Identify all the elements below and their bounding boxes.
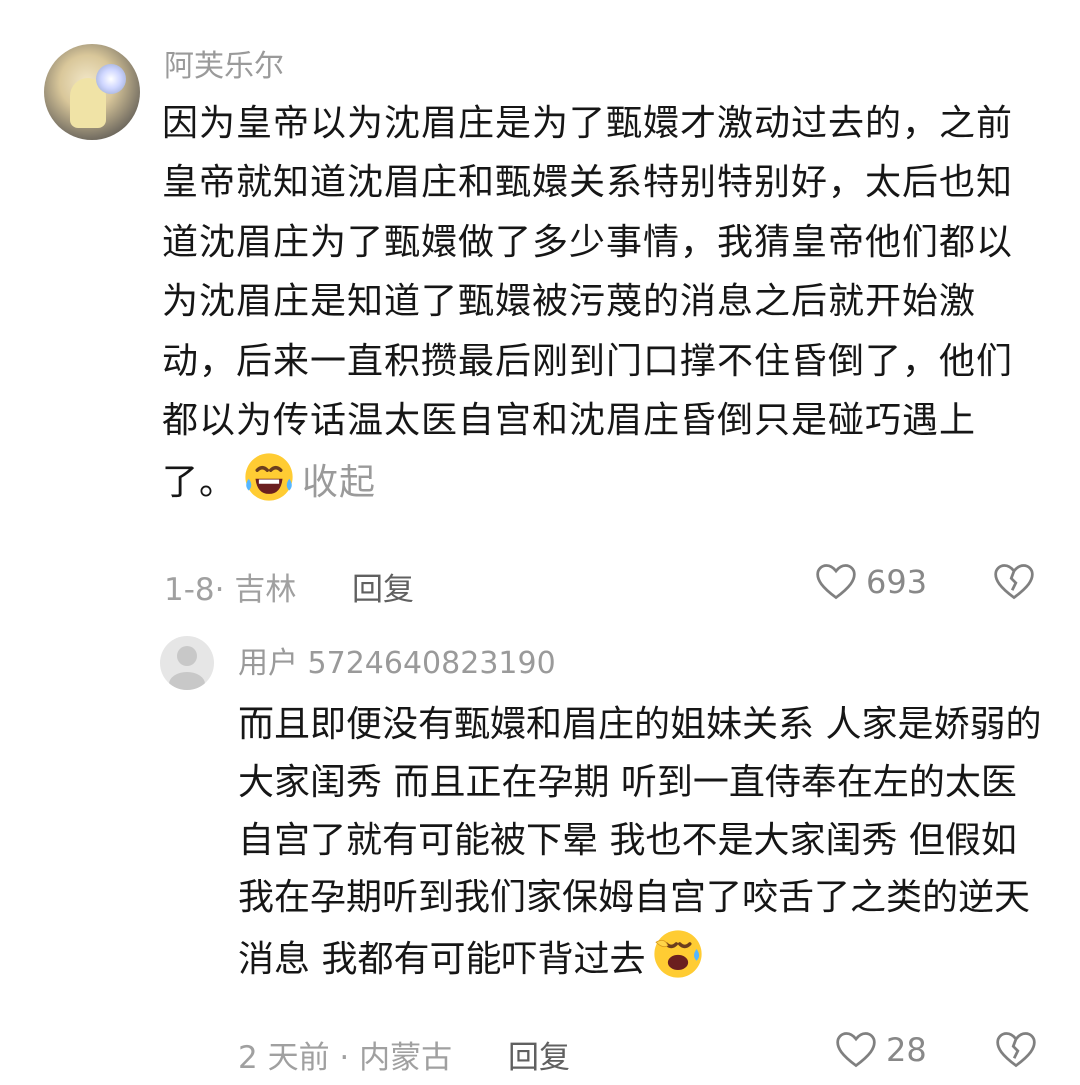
- rolling-laugh-emoji-icon: [654, 930, 703, 978]
- collapse-button[interactable]: 收起: [302, 462, 376, 503]
- reply-like-count: 28: [886, 1031, 927, 1069]
- reply-body: 而且即便没有甄嬛和眉庄的姐妹关系 人家是娇弱的大家闺秀 而且正在孕期 听到一直侍…: [238, 704, 1042, 981]
- comment-date-location: 1-8· 吉林: [164, 572, 297, 608]
- reply-meta: 2 天前 · 内蒙古 回复 28: [238, 1028, 1048, 1078]
- avatar[interactable]: [44, 44, 140, 140]
- like-count: 693: [866, 563, 928, 601]
- reply-avatar[interactable]: [160, 636, 214, 690]
- reply-button[interactable]: 回复: [352, 564, 414, 609]
- heart-icon: [836, 1032, 876, 1068]
- broken-heart-icon: [996, 1032, 1036, 1068]
- sweat-laugh-emoji-icon: [245, 453, 293, 502]
- comment-username[interactable]: 阿芙乐尔: [164, 45, 284, 89]
- heart-icon: [816, 564, 856, 600]
- reply-text: 而且即便没有甄嬛和眉庄的姐妹关系 人家是娇弱的大家闺秀 而且正在孕期 听到一直侍…: [238, 696, 1048, 989]
- like-button[interactable]: 693: [814, 560, 927, 604]
- comment-body: 因为皇帝以为沈眉庄是为了甄嬛才激动过去的，之前皇帝就知道沈眉庄和甄嬛关系特别特别…: [162, 103, 1014, 504]
- reply-username[interactable]: 用户 5724640823190: [238, 642, 556, 686]
- reply-like-button[interactable]: 28: [834, 1028, 927, 1072]
- comment-text: 因为皇帝以为沈眉庄是为了甄嬛才激动过去的，之前皇帝就知道沈眉庄和甄嬛关系特别特别…: [162, 94, 1042, 513]
- reply-reply-button[interactable]: 回复: [508, 1032, 570, 1077]
- comment-meta: 1-8· 吉林 回复 693: [164, 560, 1044, 610]
- dislike-button[interactable]: [992, 560, 1036, 612]
- avatar-flower: [96, 64, 126, 94]
- broken-heart-icon: [994, 564, 1034, 600]
- reply-dislike-button[interactable]: [994, 1028, 1038, 1080]
- default-user-icon: [169, 646, 205, 690]
- reply-date-location: 2 天前 · 内蒙古: [238, 1040, 453, 1076]
